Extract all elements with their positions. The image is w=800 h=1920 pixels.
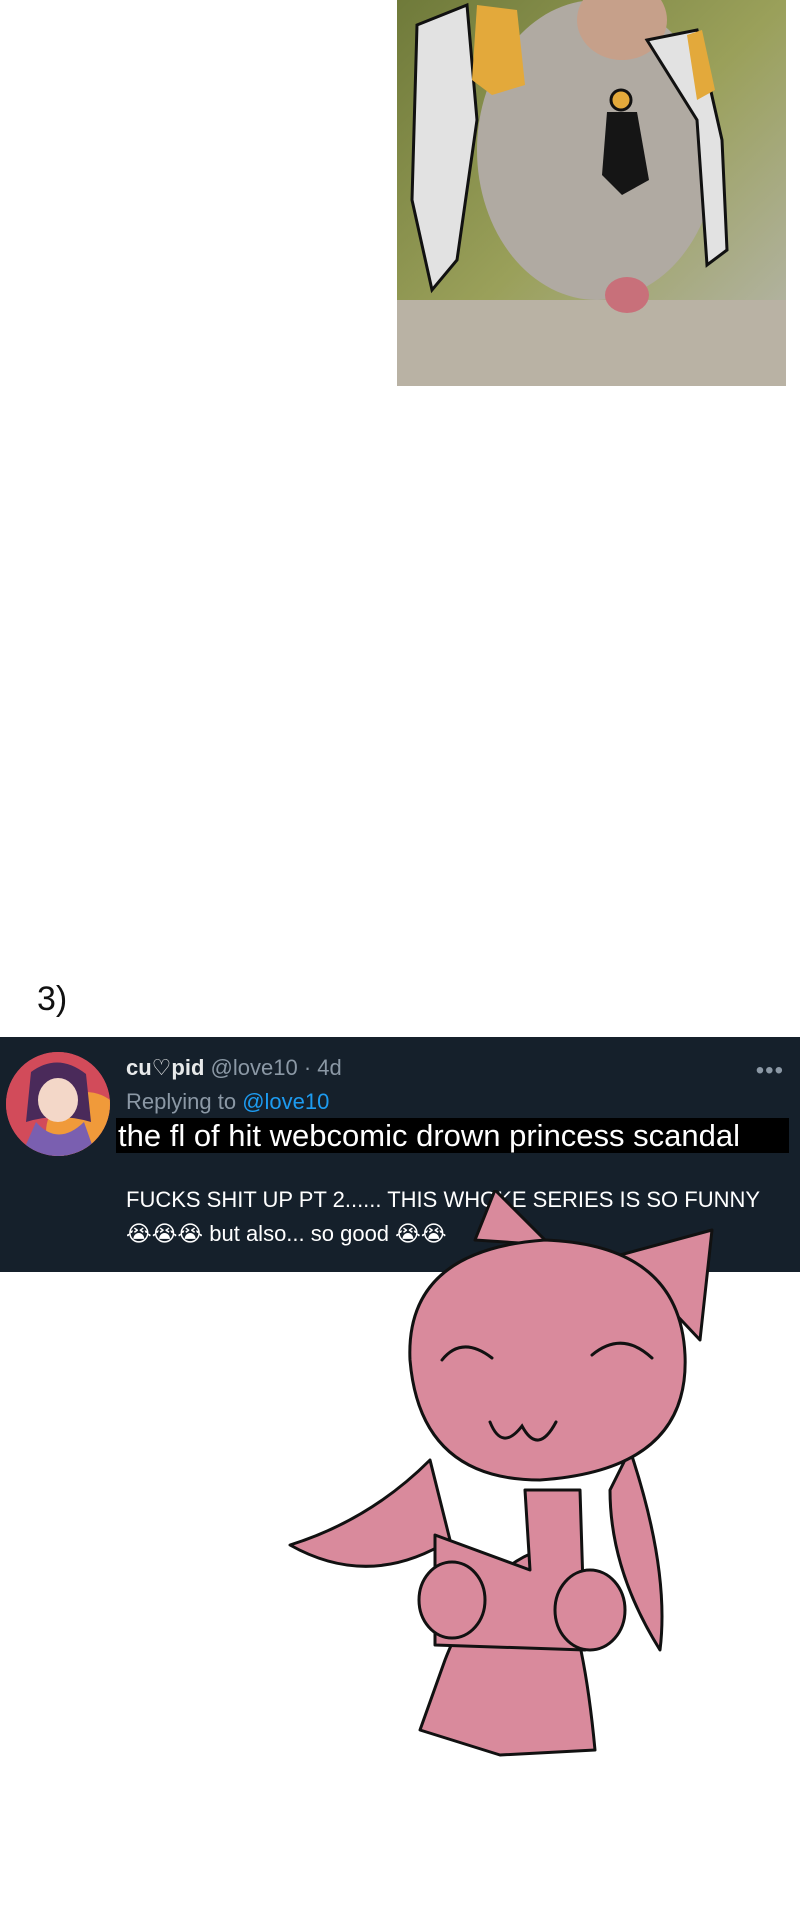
baboon-photo <box>397 0 786 386</box>
baboon-photo-graphic <box>397 0 786 386</box>
tweet-age[interactable]: 4d <box>317 1055 341 1080</box>
user-handle[interactable]: @love10 <box>211 1055 298 1080</box>
meta-separator: · <box>303 1055 312 1080</box>
reply-prefix: Replying to <box>126 1089 237 1114</box>
tweet-header: cu♡pid @love10 · 4d <box>126 1055 342 1081</box>
avatar[interactable] <box>6 1052 110 1156</box>
reply-handle-link[interactable]: @love10 <box>242 1089 329 1114</box>
ellipsis-icon[interactable]: ••• <box>756 1059 784 1083</box>
pink-cat-graphic <box>288 1190 714 1757</box>
step-number: 3) <box>37 980 68 1018</box>
display-name[interactable]: cu♡pid <box>126 1055 204 1080</box>
reply-context: Replying to @love10 <box>126 1089 329 1115</box>
crying-emoji-group: 😭😭😭 <box>126 1221 204 1246</box>
caption-overlay: the fl of hit webcomic drown princess sc… <box>116 1118 789 1153</box>
pink-cat-drawing <box>280 1190 740 1770</box>
avatar-graphic <box>6 1052 110 1156</box>
